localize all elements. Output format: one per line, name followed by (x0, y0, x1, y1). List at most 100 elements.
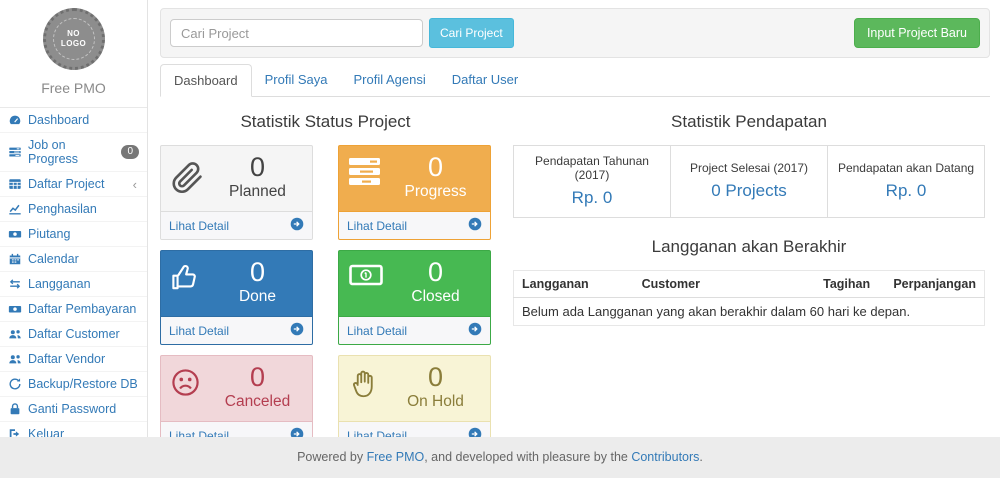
card-body: 0 Canceled (161, 356, 312, 421)
search-button[interactable]: Cari Project (429, 18, 514, 48)
status-section-title: Statistik Status Project (160, 112, 491, 132)
sidebar-item-label: Piutang (28, 227, 70, 241)
sidebar-item-daftar-pembayaran[interactable]: Daftar Pembayaran (0, 297, 147, 322)
card-label: Canceled (211, 393, 304, 412)
lihat-detail-link[interactable]: Lihat Detail (339, 211, 490, 239)
footer-text: , and developed with pleasure by the (424, 450, 631, 464)
sidebar-menu: Dashboard Job on Progress 0 Daftar Proje… (0, 108, 147, 447)
sidebar-item-label: Daftar Pembayaran (28, 302, 136, 316)
tasks-icon (349, 158, 381, 190)
tab-profil-saya[interactable]: Profil Saya (252, 64, 341, 96)
arrow-circle-icon (468, 322, 482, 339)
no-logo-seal: NO LOGO (43, 8, 105, 70)
refresh-icon (8, 377, 22, 391)
page-footer: Powered by Free PMO, and developed with … (0, 437, 1000, 478)
table-icon (8, 177, 22, 191)
card-count: 0 (211, 257, 304, 288)
contributors-link[interactable]: Contributors (631, 450, 699, 464)
stat-label: Project Selesai (2017) (677, 161, 821, 175)
status-card-progress: 0 Progress Lihat Detail (338, 145, 491, 240)
lihat-detail-link[interactable]: Lihat Detail (339, 316, 490, 344)
card-label: Progress (389, 183, 482, 202)
money-icon (349, 263, 383, 292)
sidebar-item-langganan[interactable]: Langganan (0, 272, 147, 297)
input-project-baru-button[interactable]: Input Project Baru (854, 18, 980, 48)
sidebar-item-backup-restore[interactable]: Backup/Restore DB (0, 372, 147, 397)
sidebar-item-job-on-progress[interactable]: Job on Progress 0 (0, 133, 147, 172)
card-label: Closed (389, 288, 482, 307)
money-icon (8, 227, 22, 241)
sidebar-item-calendar[interactable]: Calendar (0, 247, 147, 272)
tab-dashboard[interactable]: Dashboard (160, 64, 252, 97)
paperclip-icon (171, 158, 204, 203)
sidebar-item-ganti-password[interactable]: Ganti Password (0, 397, 147, 422)
card-body: 0 Closed (339, 251, 490, 316)
stat-value: 0 Projects (677, 181, 821, 201)
lihat-detail-label: Lihat Detail (169, 324, 229, 338)
thumbs-up-icon (171, 263, 202, 297)
status-cards-grid: 0 Planned Lihat Detail 0 Progress (160, 145, 491, 450)
lihat-detail-link[interactable]: Lihat Detail (161, 211, 312, 239)
sidebar-item-penghasilan[interactable]: Penghasilan (0, 197, 147, 222)
sidebar-item-label: Ganti Password (28, 402, 116, 416)
project-search-panel: Cari Project Input Project Baru (160, 8, 990, 58)
col-tagihan: Tagihan (815, 271, 885, 298)
tab-profil-agensi[interactable]: Profil Agensi (340, 64, 438, 96)
subscription-section-title: Langganan akan Berakhir (513, 237, 985, 257)
brand-name: Free PMO (0, 76, 147, 107)
search-input[interactable] (170, 19, 423, 47)
sidebar-item-piutang[interactable]: Piutang (0, 222, 147, 247)
card-count: 0 (211, 152, 304, 183)
sidebar-item-daftar-customer[interactable]: Daftar Customer (0, 322, 147, 347)
lihat-detail-label: Lihat Detail (169, 219, 229, 233)
free-pmo-link[interactable]: Free PMO (367, 450, 425, 464)
logo-block: NO LOGO Free PMO (0, 0, 147, 108)
chevron-left-icon: ‹ (133, 178, 139, 191)
col-langganan: Langganan (514, 271, 634, 298)
card-label: Planned (211, 183, 304, 202)
card-body: 0 Progress (339, 146, 490, 211)
sidebar-item-label: Daftar Project (28, 177, 104, 191)
stat-label: Pendapatan Tahunan (2017) (520, 154, 664, 182)
dashboard-content: Statistik Status Project 0 Planned Lihat… (160, 97, 985, 450)
sidebar-item-label: Calendar (28, 252, 79, 266)
tab-bar: Dashboard Profil Saya Profil Agensi Daft… (160, 64, 990, 97)
sidebar-item-dashboard[interactable]: Dashboard (0, 108, 147, 133)
exchange-icon (8, 277, 22, 291)
sidebar-item-label: Dashboard (28, 113, 89, 127)
sidebar-item-label: Penghasilan (28, 202, 97, 216)
status-card-planned: 0 Planned Lihat Detail (160, 145, 313, 240)
users-icon (8, 327, 22, 341)
arrow-circle-icon (290, 322, 304, 339)
sidebar-item-daftar-project[interactable]: Daftar Project ‹ (0, 172, 147, 197)
no-logo-text: NO LOGO (58, 29, 90, 49)
dashboard-icon (8, 113, 22, 127)
tasks-icon (8, 145, 22, 159)
col-customer: Customer (634, 271, 816, 298)
main-content: Cari Project Input Project Baru Dashboar… (149, 0, 1000, 437)
lihat-detail-link[interactable]: Lihat Detail (161, 316, 312, 344)
sidebar-item-daftar-vendor[interactable]: Daftar Vendor (0, 347, 147, 372)
calendar-icon (8, 252, 22, 266)
stat-cell: Project Selesai (2017) 0 Projects (671, 146, 828, 218)
status-column: Statistik Status Project 0 Planned Lihat… (160, 97, 491, 450)
card-body: 0 Done (161, 251, 312, 316)
sidebar: NO LOGO Free PMO Dashboard Job on Progre… (0, 0, 148, 437)
tab-daftar-user[interactable]: Daftar User (439, 64, 531, 96)
income-stats-table: Pendapatan Tahunan (2017) Rp. 0 Project … (513, 145, 985, 218)
card-count: 0 (389, 152, 482, 183)
status-card-done: 0 Done Lihat Detail (160, 250, 313, 345)
status-card-canceled: 0 Canceled Lihat Detail (160, 355, 313, 450)
sidebar-item-label: Daftar Vendor (28, 352, 105, 366)
status-card-onhold: 0 On Hold Lihat Detail (338, 355, 491, 450)
card-label: Done (211, 288, 304, 307)
card-count: 0 (389, 362, 482, 393)
card-count: 0 (211, 362, 304, 393)
stat-label: Pendapatan akan Datang (834, 161, 978, 175)
footer-text: Powered by (297, 450, 366, 464)
income-column: Statistik Pendapatan Pendapatan Tahunan … (513, 97, 985, 450)
line-chart-icon (8, 202, 22, 216)
card-label: On Hold (389, 393, 482, 412)
stat-value: Rp. 0 (520, 188, 664, 208)
empty-subscription-message: Belum ada Langganan yang akan berakhir d… (514, 298, 985, 326)
